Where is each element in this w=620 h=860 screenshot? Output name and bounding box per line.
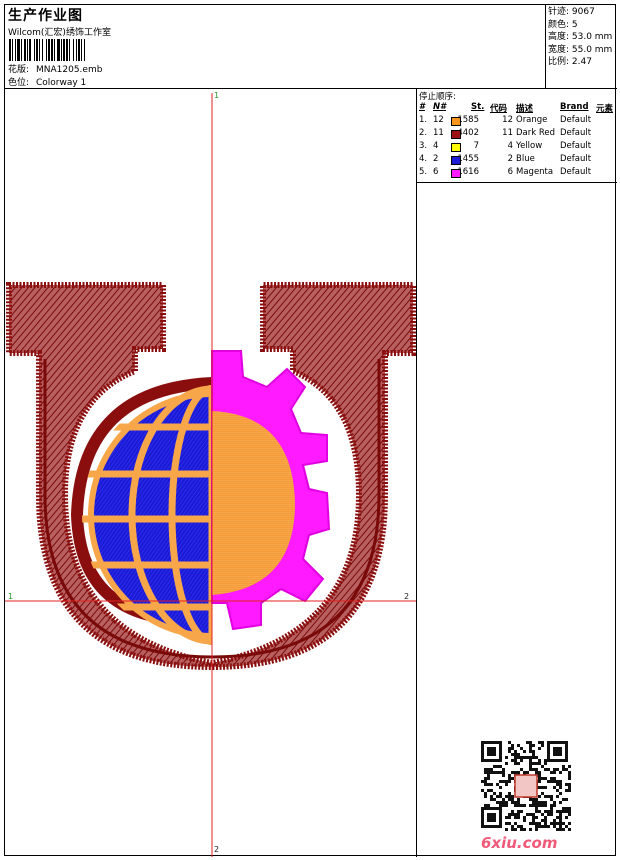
sequence-header-row: # N# St. 代码 描述 Brand 元素 (419, 102, 615, 115)
watermark: 6xiu.com (481, 834, 558, 852)
row-code: 2 (507, 154, 513, 164)
design-height: 高度: 53.0 mm (548, 32, 613, 43)
row-needle: 6 (433, 167, 439, 177)
row-desc: Yellow (516, 141, 543, 151)
row-index: 5. (419, 167, 428, 177)
axis-label-top: 1 (214, 91, 220, 100)
row-needle: 12 (433, 115, 444, 125)
axis-label-left: 1 (8, 592, 14, 601)
pattern-row: 花版: MNA1205.emb (8, 62, 102, 75)
row-code: 6 (507, 167, 513, 177)
col-code: 代码 (490, 104, 508, 114)
color-swatch (451, 156, 461, 165)
col-element: 元素 (596, 104, 614, 114)
header-info: 生产作业图 Wilcom(汇宏)绣饰工作室 花版: MNA1205.emb 色位:… (5, 5, 546, 89)
embroidery-design (5, 93, 416, 857)
pattern-value: MNA1205.emb (36, 65, 103, 75)
row-desc: Orange (516, 115, 548, 125)
row-desc: Blue (516, 154, 535, 164)
row-code: 11 (502, 128, 513, 138)
color-swatch (451, 169, 461, 178)
stitch-count: 针迹: 9067 (548, 7, 595, 17)
axis-label-bottom: 2 (214, 845, 220, 854)
pattern-label: 花版: (8, 65, 30, 75)
sequence-row: 5. 6 1616 6 Magenta Default (419, 167, 615, 180)
production-sheet: 生产作业图 Wilcom(汇宏)绣饰工作室 花版: MNA1205.emb 色位:… (4, 4, 617, 857)
row-needle: 2 (433, 154, 439, 164)
sequence-row: 4. 2 1455 2 Blue Default (419, 154, 615, 167)
col-needle: N# (433, 102, 447, 112)
row-brand: Default (560, 141, 592, 151)
gear-half (211, 350, 331, 631)
sequence-table: # N# St. 代码 描述 Brand 元素 1. 12 1585 12 Orange… (419, 102, 615, 180)
stats-panel: 针迹: 9067 颜色: 5 高度: 53.0 mm 宽度: 55.0 mm 比… (546, 5, 617, 89)
colorway-value: Colorway 1 (36, 78, 87, 88)
row-index: 2. (419, 128, 428, 138)
design-preview: 1 2 1 2 (5, 89, 417, 857)
row-index: 4. (419, 154, 428, 164)
studio-name: Wilcom(汇宏)绣饰工作室 (8, 28, 111, 38)
sheet-title: 生产作业图 (8, 8, 83, 24)
col-index: # (419, 102, 425, 112)
row-brand: Default (560, 128, 592, 138)
qr-code (481, 741, 571, 831)
sequence-rows: 1. 12 1585 12 Orange Default 2. 11 4402 11 Dark Re… (419, 115, 615, 180)
axis-label-right: 2 (404, 592, 410, 601)
row-stitches: 7 (473, 141, 479, 151)
col-brand: Brand (560, 102, 589, 112)
colorway-label: 色位: (8, 78, 30, 88)
color-swatch (451, 143, 461, 152)
color-count: 颜色: 5 (548, 19, 578, 30)
row-brand: Default (560, 115, 592, 125)
row-brand: Default (560, 154, 592, 164)
sequence-title: 停止顺序: (419, 92, 456, 102)
color-swatch (451, 130, 461, 139)
stop-sequence-panel: 停止顺序: # N# St. 代码 描述 Brand 元素 1. 12 1585 12… (417, 89, 617, 183)
row-code: 12 (502, 115, 513, 125)
sequence-row: 3. 4 7 4 Yellow Default (419, 141, 615, 154)
row-needle: 11 (433, 128, 444, 138)
colorway-row: 色位: Colorway 1 (8, 75, 86, 88)
row-index: 1. (419, 115, 428, 125)
row-desc: Magenta (516, 167, 554, 177)
design-width: 宽度: 55.0 mm (548, 44, 613, 55)
scale-ratio: 比例: 2.47 (548, 57, 592, 68)
row-code: 4 (507, 141, 513, 151)
row-index: 3. (419, 141, 428, 151)
row-brand: Default (560, 167, 592, 177)
row-desc: Dark Red (516, 128, 556, 138)
sequence-row: 2. 11 4402 11 Dark Red Default (419, 128, 615, 141)
color-swatch (451, 117, 461, 126)
sequence-row: 1. 12 1585 12 Orange Default (419, 115, 615, 128)
col-desc: 描述 (516, 104, 534, 114)
col-stitches: St. (471, 102, 485, 112)
row-needle: 4 (433, 141, 439, 151)
barcode (9, 39, 141, 61)
